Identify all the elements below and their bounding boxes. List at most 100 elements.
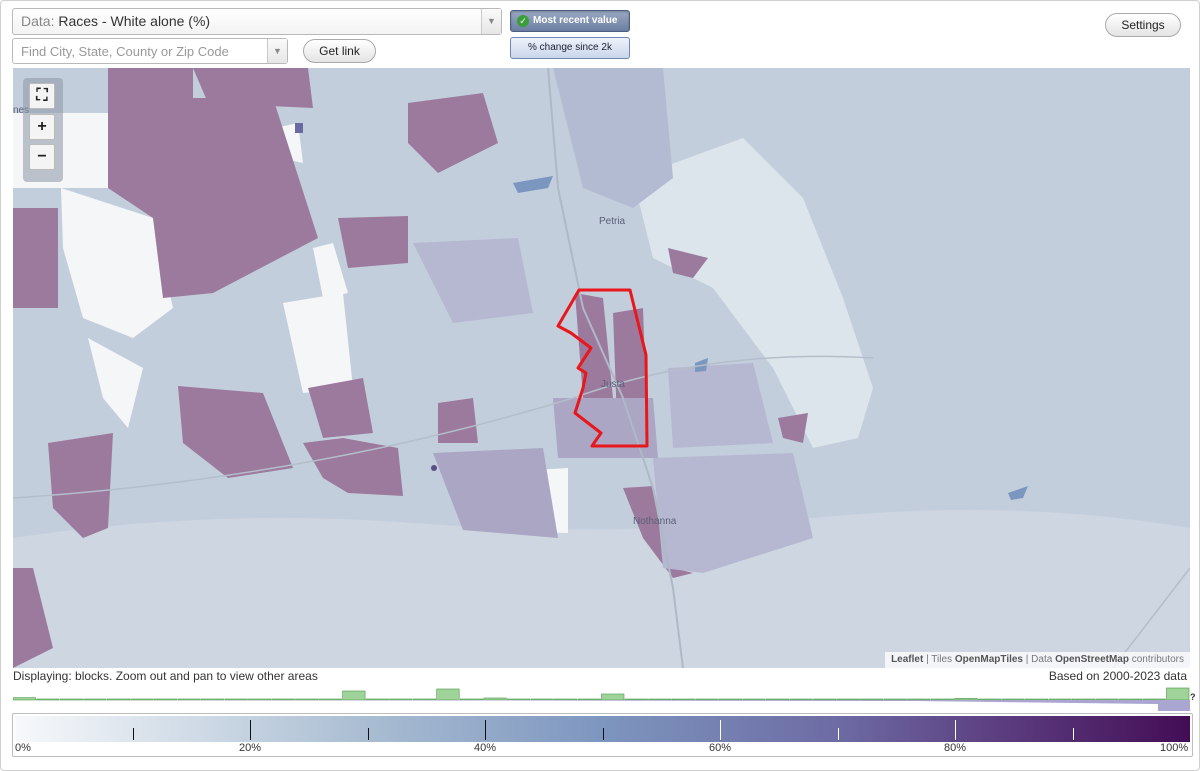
map-attribution: Leaflet | Tiles OpenMapTiles | Data Open… xyxy=(885,652,1190,668)
data-prefix: Data xyxy=(1031,654,1053,665)
zoom-control: ⛶ + − xyxy=(23,78,63,182)
histogram-bar xyxy=(577,698,601,701)
histogram-bar xyxy=(13,697,36,701)
color-legend: 0% 20% 40% 60% 80% 100% xyxy=(12,713,1193,757)
plus-icon: + xyxy=(37,118,47,135)
histogram-bar xyxy=(459,698,484,701)
percent-change-button[interactable]: % change since 2k xyxy=(510,37,630,59)
histogram-bar xyxy=(36,698,60,701)
get-link-button[interactable]: Get link xyxy=(303,39,376,63)
histogram-bar xyxy=(130,698,154,701)
block-area xyxy=(295,123,303,133)
check-icon: ✓ xyxy=(517,15,529,27)
histogram-bar xyxy=(106,698,130,701)
legend-label: 40% xyxy=(474,742,497,754)
legend-tick xyxy=(602,728,604,740)
zoom-out-button[interactable]: − xyxy=(29,144,55,170)
histogram-bar xyxy=(483,697,507,701)
histogram-bar xyxy=(436,688,460,701)
histogram-bar xyxy=(271,698,295,701)
histogram-bar xyxy=(930,698,954,701)
histogram-bar xyxy=(201,698,225,701)
histogram-bar xyxy=(765,698,790,701)
histogram-bar xyxy=(1001,698,1025,701)
chevron-down-icon[interactable]: ▼ xyxy=(481,9,501,34)
histogram-bar xyxy=(248,698,272,701)
legend-label: 0% xyxy=(15,742,31,754)
histogram-bar xyxy=(1119,698,1143,701)
legend-label: 60% xyxy=(709,742,732,754)
map-layer xyxy=(13,68,1190,668)
histogram-bar xyxy=(648,698,672,701)
legend-tick xyxy=(837,728,839,740)
histogram-bar xyxy=(718,698,743,701)
histogram-bar xyxy=(813,698,837,701)
histogram-bar xyxy=(59,698,83,701)
histogram-bar xyxy=(389,698,413,701)
histogram-bar xyxy=(1166,687,1190,701)
histogram-bar xyxy=(977,698,1001,701)
histogram-baseline xyxy=(13,700,1190,711)
histogram-bar xyxy=(742,698,766,701)
legend-tick xyxy=(485,720,486,740)
legend-tick xyxy=(250,720,251,740)
data-prefix-label: Data: xyxy=(21,13,55,29)
app-frame: Data: Races - White alone (%) ▼ ▼ Get li… xyxy=(0,0,1200,771)
leaflet-link[interactable]: Leaflet xyxy=(891,654,923,665)
histogram-bar xyxy=(554,698,578,701)
place-label: Petria xyxy=(599,216,626,227)
histogram-bar xyxy=(1048,698,1072,701)
tiles-prefix: Tiles xyxy=(931,654,953,665)
block-area xyxy=(13,208,58,308)
openmaptiles-link[interactable]: OpenMapTiles xyxy=(955,654,1023,665)
legend-label: 100% xyxy=(1160,742,1189,754)
legend-tick xyxy=(720,720,721,740)
fullscreen-button[interactable]: ⛶ xyxy=(29,83,55,109)
minus-icon: − xyxy=(37,148,47,165)
block-area xyxy=(438,398,478,443)
data-value-label: Races - White alone (%) xyxy=(58,13,211,29)
chevron-down-icon[interactable]: ▼ xyxy=(267,39,287,63)
block-area xyxy=(338,216,408,268)
settings-button[interactable]: Settings xyxy=(1105,13,1181,37)
histogram-bar xyxy=(883,698,907,701)
distribution-histogram xyxy=(13,687,1190,711)
histogram-bar xyxy=(365,698,389,701)
histogram-bar xyxy=(342,690,366,701)
histogram-bar xyxy=(506,698,531,701)
search-input[interactable] xyxy=(13,39,263,63)
legend-tick xyxy=(367,728,369,740)
data-range-status: Based on 2000-2023 data xyxy=(1048,669,1187,683)
histogram-bar xyxy=(295,698,319,701)
histogram-bar xyxy=(1095,698,1119,701)
histogram-bar xyxy=(671,698,695,701)
histogram-bar xyxy=(695,698,719,701)
histogram-bar xyxy=(1142,698,1166,701)
location-search[interactable]: ▼ xyxy=(12,38,288,64)
histogram-bar xyxy=(601,693,625,701)
place-label: Nothanna xyxy=(633,516,677,527)
histogram-bar xyxy=(1024,698,1049,701)
histogram-bar xyxy=(1072,698,1096,701)
openstreetmap-link[interactable]: OpenStreetMap xyxy=(1055,654,1129,665)
histogram-bar xyxy=(789,698,813,701)
histogram-bar xyxy=(153,698,177,701)
display-status: Displaying: blocks. Zoom out and pan to … xyxy=(13,669,318,683)
histogram-bar xyxy=(954,698,978,701)
histogram-bar xyxy=(624,698,648,701)
data-selector[interactable]: Data: Races - White alone (%) ▼ xyxy=(12,8,502,35)
most-recent-value-button[interactable]: ✓ Most recent value xyxy=(510,10,630,32)
map-view[interactable]: Petria Justa Nothanna nes ⛶ + − Leaflet … xyxy=(13,68,1190,668)
zoom-in-button[interactable]: + xyxy=(29,114,55,140)
histogram-bar xyxy=(177,698,201,701)
legend-label: 80% xyxy=(944,742,967,754)
histogram-bar xyxy=(318,698,342,701)
contributors-text: contributors xyxy=(1131,654,1184,665)
legend-tick xyxy=(1072,728,1074,740)
histogram-bar xyxy=(836,698,860,701)
block-area xyxy=(553,398,658,458)
most-recent-label: Most recent value xyxy=(533,15,618,26)
histogram-bar xyxy=(860,698,884,701)
block-area xyxy=(13,510,1190,668)
histogram-bar xyxy=(530,698,554,701)
